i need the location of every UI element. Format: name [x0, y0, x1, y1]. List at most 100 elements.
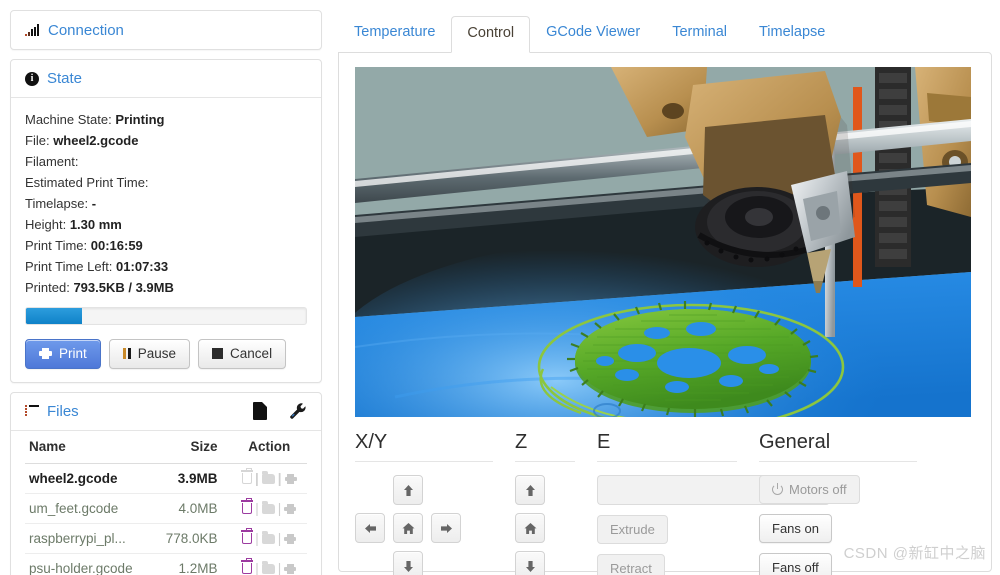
fans-off-button[interactable]: Fans off — [759, 553, 832, 575]
xy-control-column: X/Y — [355, 431, 515, 575]
file-name[interactable]: psu-holder.gcode — [25, 553, 153, 575]
state-row: Timelapse: - — [25, 193, 307, 214]
control-tab-panel: X/Y — [338, 52, 992, 572]
file-size: 778.0KB — [153, 523, 222, 553]
stop-square-icon — [212, 348, 223, 359]
print-file-icon[interactable] — [284, 564, 296, 574]
state-panel-title: State — [47, 70, 82, 87]
tab-gcode-viewer[interactable]: GCode Viewer — [530, 15, 656, 52]
info-circle-icon: i — [25, 72, 39, 86]
load-folder-icon[interactable] — [262, 474, 275, 484]
state-label-filament: Filament: — [25, 154, 78, 169]
load-folder-icon[interactable] — [262, 564, 275, 574]
print-progress-fill — [26, 308, 82, 324]
motors-off-label: Motors off — [789, 483, 847, 496]
jog-x-plus-button[interactable] — [431, 513, 461, 543]
state-panel: i State Machine State: Printing File: wh… — [10, 59, 322, 383]
state-row: File: wheel2.gcode — [25, 130, 307, 151]
jog-z-home-button[interactable] — [515, 513, 545, 543]
retract-button-label: Retract — [610, 562, 652, 575]
jog-z-plus-button[interactable] — [515, 475, 545, 505]
table-row[interactable]: psu-holder.gcode 1.2MB || — [25, 553, 307, 575]
table-row[interactable]: um_feet.gcode 4.0MB || — [25, 493, 307, 523]
state-value-print-time: 00:16:59 — [91, 238, 143, 253]
file-name[interactable]: raspberrypi_pl... — [25, 523, 153, 553]
extrude-button[interactable]: Extrude — [597, 515, 668, 544]
state-panel-header[interactable]: i State — [11, 60, 321, 98]
delete-icon[interactable] — [242, 473, 252, 484]
file-actions: || — [222, 553, 308, 575]
load-folder-icon[interactable] — [262, 504, 275, 514]
general-control-column: General Motors off Fans on Fans off — [759, 431, 939, 575]
state-row: Printed: 793.5KB / 3.9MB — [25, 277, 307, 298]
pause-button-label: Pause — [138, 347, 176, 361]
files-col-size[interactable]: Size — [153, 433, 222, 464]
z-row-home — [515, 513, 597, 543]
file-size: 3.9MB — [153, 463, 222, 493]
file-name[interactable]: wheel2.gcode — [25, 463, 153, 493]
table-row[interactable]: raspberrypi_pl... 778.0KB || — [25, 523, 307, 553]
print-button-label: Print — [59, 347, 87, 361]
files-table-header-row: Name Size Action — [25, 433, 307, 464]
file-actions: || — [222, 463, 308, 493]
jog-xy-home-button[interactable] — [393, 513, 423, 543]
printer-icon — [39, 348, 52, 359]
main-content: Temperature Control GCode Viewer Termina… — [338, 10, 992, 572]
z-row-up — [515, 475, 597, 505]
files-panel-title: Files — [47, 403, 79, 420]
z-row-down — [515, 551, 597, 575]
tab-control[interactable]: Control — [451, 16, 530, 53]
pause-button[interactable]: Pause — [109, 339, 190, 369]
e-divider — [597, 461, 737, 462]
print-file-icon[interactable] — [284, 534, 296, 544]
general-heading: General — [759, 431, 939, 461]
retract-button[interactable]: Retract — [597, 554, 665, 575]
print-button[interactable]: Print — [25, 339, 101, 369]
jog-y-minus-button[interactable] — [393, 551, 423, 575]
files-col-name[interactable]: Name — [25, 433, 153, 464]
load-folder-icon[interactable] — [262, 534, 275, 544]
file-size: 4.0MB — [153, 493, 222, 523]
connection-panel: Connection — [10, 10, 322, 50]
wrench-icon[interactable] — [289, 402, 307, 420]
table-row[interactable]: wheel2.gcode 3.9MB || — [25, 463, 307, 493]
fans-on-button[interactable]: Fans on — [759, 514, 832, 543]
signal-bars-icon — [25, 24, 40, 36]
tab-temperature[interactable]: Temperature — [338, 15, 451, 52]
state-label-height: Height: — [25, 217, 66, 232]
jog-z-minus-button[interactable] — [515, 551, 545, 575]
z-control-column: Z — [515, 431, 597, 575]
fans-on-label: Fans on — [772, 522, 819, 535]
connection-panel-header[interactable]: Connection — [11, 11, 321, 49]
state-value-print-time-left: 01:07:33 — [116, 259, 168, 274]
state-panel-body: Machine State: Printing File: wheel2.gco… — [11, 98, 321, 382]
cancel-button-label: Cancel — [230, 347, 272, 361]
jog-x-minus-button[interactable] — [355, 513, 385, 543]
state-label-printed: Printed: — [25, 280, 70, 295]
files-panel-header[interactable]: Files — [11, 393, 321, 431]
delete-icon[interactable] — [242, 503, 252, 514]
delete-icon[interactable] — [242, 563, 252, 574]
print-file-icon[interactable] — [285, 474, 297, 484]
jog-y-plus-button[interactable] — [393, 475, 423, 505]
connection-panel-title: Connection — [48, 22, 124, 39]
xy-heading: X/Y — [355, 431, 515, 461]
state-value-timelapse: - — [92, 196, 96, 211]
delete-icon[interactable] — [242, 533, 252, 544]
state-row: Filament: — [25, 151, 307, 172]
state-row: Estimated Print Time: — [25, 172, 307, 193]
print-file-icon[interactable] — [284, 504, 296, 514]
power-icon — [772, 484, 783, 495]
print-progress-bar — [25, 307, 307, 325]
tab-terminal[interactable]: Terminal — [656, 15, 743, 52]
state-label-print-time-left: Print Time Left: — [25, 259, 112, 274]
xy-row-down — [355, 551, 515, 575]
file-name[interactable]: um_feet.gcode — [25, 493, 153, 523]
file-page-icon[interactable] — [253, 402, 267, 420]
z-heading: Z — [515, 431, 597, 461]
motors-off-button[interactable]: Motors off — [759, 475, 860, 504]
fans-off-label: Fans off — [772, 561, 819, 574]
tab-timelapse[interactable]: Timelapse — [743, 15, 841, 52]
webcam-stream[interactable] — [355, 67, 971, 417]
cancel-button[interactable]: Cancel — [198, 339, 286, 369]
